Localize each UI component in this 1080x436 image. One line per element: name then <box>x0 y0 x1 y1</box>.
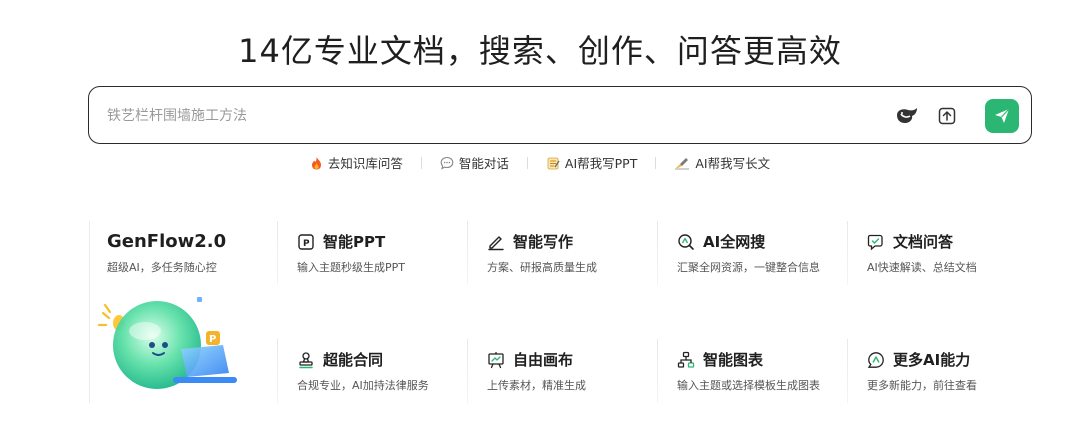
feature-card-smart-ppt[interactable]: P 智能PPT 输入主题秒级生成PPT <box>277 221 467 285</box>
diagram-icon <box>677 351 695 368</box>
upload-icon <box>938 107 956 125</box>
ppt-icon: P <box>298 233 314 250</box>
quick-link-label: AI帮我写PPT <box>564 156 638 171</box>
quick-link-label: AI帮我写长文 <box>695 156 771 171</box>
send-button[interactable] <box>985 99 1019 133</box>
more-ai-icon <box>867 351 884 368</box>
feature-card-free-canvas[interactable]: 自由画布 上传素材，精准生成 <box>467 339 657 403</box>
card-title: 自由画布 <box>513 351 574 369</box>
card-desc: 汇聚全网资源，一键整合信息 <box>677 261 820 274</box>
card-title: 智能图表 <box>703 351 764 369</box>
feature-card-ai-web-search[interactable]: AI全网搜 汇聚全网资源，一键整合信息 <box>657 221 847 285</box>
feature-grid: GenFlow2.0 超级AI，多任务随心控 P P 智能PPT 输入主题秒级生… <box>89 221 1035 403</box>
canvas-icon <box>488 351 504 368</box>
quick-link-knowledge-qa[interactable]: 去知识库问答 <box>292 153 421 172</box>
pen-writing-icon <box>675 157 690 169</box>
paper-plane-icon <box>995 108 1010 123</box>
quick-link-smart-chat[interactable]: 智能对话 <box>422 153 527 172</box>
genflow-title: GenFlow2.0 <box>107 231 227 252</box>
stamp-icon <box>299 351 313 368</box>
deep-think-button[interactable] <box>895 104 919 128</box>
pen-icon <box>488 235 504 250</box>
card-desc: 方案、研报高质量生成 <box>487 261 597 274</box>
feature-card-super-contract[interactable]: 超能合同 合规专业，AI加持法律服务 <box>277 339 467 403</box>
card-title: 超能合同 <box>323 351 384 369</box>
card-title: 文档问答 <box>893 233 954 251</box>
fire-icon <box>311 156 321 169</box>
search-box <box>88 86 1032 144</box>
notepad-icon <box>547 157 560 169</box>
card-desc: 上传素材，精准生成 <box>487 379 586 392</box>
search-input[interactable] <box>107 101 867 131</box>
feature-card-doc-qa[interactable]: 文档问答 AI快速解读、总结文档 <box>847 221 1037 285</box>
search-web-icon <box>678 233 694 250</box>
upload-button[interactable] <box>935 104 959 128</box>
svg-text:P: P <box>209 334 216 345</box>
card-desc: AI快速解读、总结文档 <box>867 261 977 274</box>
feature-card-smart-chart[interactable]: 智能图表 输入主题或选择模板生成图表 <box>657 339 847 403</box>
doc-chat-icon <box>867 234 883 250</box>
card-desc: 输入主题或选择模板生成图表 <box>677 379 820 392</box>
card-title: AI全网搜 <box>703 233 766 251</box>
genflow-card[interactable]: GenFlow2.0 超级AI，多任务随心控 P <box>89 221 277 403</box>
mascot-illustration: P <box>97 297 237 389</box>
quick-link-ai-long-article[interactable]: AI帮我写长文 <box>656 153 788 172</box>
quick-link-label: 智能对话 <box>458 156 509 171</box>
feature-card-smart-writing[interactable]: 智能写作 方案、研报高质量生成 <box>467 221 657 285</box>
genflow-subtitle: 超级AI，多任务随心控 <box>107 261 217 274</box>
whale-icon <box>897 108 917 123</box>
svg-text:P: P <box>303 239 310 249</box>
quick-links: 去知识库问答 智能对话 AI帮我写PPT AI帮我写长文 <box>0 153 1080 172</box>
page-headline: 14亿专业文档，搜索、创作、问答更高效 <box>238 32 842 70</box>
quick-link-label: 去知识库问答 <box>327 156 403 171</box>
feature-card-more-ai[interactable]: 更多AI能力 更多新能力，前往查看 <box>847 339 1037 403</box>
card-desc: 合规专业，AI加持法律服务 <box>297 379 429 392</box>
card-title: 智能写作 <box>513 233 574 251</box>
quick-link-ai-ppt[interactable]: AI帮我写PPT <box>528 153 655 172</box>
card-title: 智能PPT <box>323 233 386 251</box>
card-title: 更多AI能力 <box>893 351 971 369</box>
card-desc: 更多新能力，前往查看 <box>867 379 977 392</box>
card-desc: 输入主题秒级生成PPT <box>297 261 405 274</box>
chat-bubble-icon <box>440 156 454 170</box>
